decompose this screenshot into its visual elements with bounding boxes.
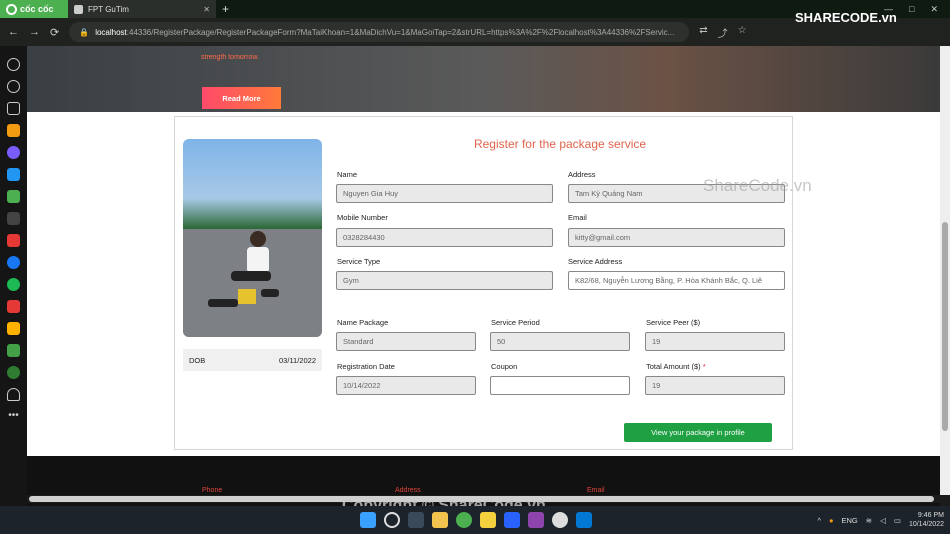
language-indicator[interactable]: ENG bbox=[842, 516, 858, 525]
total-label: Total Amount ($) * bbox=[646, 362, 706, 371]
package-label: Name Package bbox=[337, 318, 389, 327]
maximize-icon[interactable]: □ bbox=[909, 4, 914, 15]
sharecode-logo-watermark: SHARECODE.vn bbox=[795, 10, 897, 25]
browser-brand[interactable]: cốc cốc bbox=[0, 0, 68, 18]
service-address-field[interactable]: K82/68, Nguyễn Lương Bằng, P. Hòa Khánh … bbox=[568, 271, 785, 290]
browser-tools: ⇄ ⤴ ☆ bbox=[699, 25, 746, 40]
required-asterisk: * bbox=[702, 362, 706, 371]
total-field[interactable]: 19 bbox=[645, 376, 785, 395]
chevron-up-icon[interactable]: ^ bbox=[817, 516, 821, 525]
hero-banner: strength tomorrow. Read More bbox=[27, 46, 940, 112]
bookmark-star-icon[interactable]: ☆ bbox=[738, 25, 747, 40]
notes-taskbar-icon[interactable] bbox=[480, 512, 496, 528]
search-icon[interactable] bbox=[384, 512, 400, 528]
back-icon[interactable]: ← bbox=[8, 26, 19, 38]
service-type-label: Service Type bbox=[337, 257, 381, 266]
package-field[interactable]: Standard bbox=[336, 332, 476, 351]
email-label: Email bbox=[568, 213, 587, 222]
game-icon[interactable] bbox=[7, 190, 20, 203]
view-package-button[interactable]: View your package in profile bbox=[624, 423, 772, 442]
notification-bell-icon[interactable] bbox=[7, 388, 20, 401]
coccoc-taskbar-icon[interactable] bbox=[456, 512, 472, 528]
gift-icon[interactable] bbox=[7, 344, 20, 357]
lock-icon: 🔒 bbox=[79, 27, 90, 37]
history-icon[interactable] bbox=[7, 80, 20, 93]
add-app-icon[interactable] bbox=[7, 212, 20, 225]
settings-icon[interactable] bbox=[7, 58, 20, 71]
peer-field[interactable]: 19 bbox=[645, 332, 785, 351]
volume-icon[interactable]: ◁ bbox=[880, 516, 886, 525]
address-label: Address bbox=[568, 170, 596, 179]
forward-icon[interactable]: → bbox=[29, 26, 40, 38]
messenger-icon[interactable] bbox=[7, 146, 20, 159]
name-field[interactable]: Nguyen Gia Huy bbox=[336, 184, 553, 203]
browser-sidebar: ••• bbox=[0, 46, 27, 506]
translate-icon[interactable]: ⇄ bbox=[699, 25, 707, 40]
battery-icon[interactable]: ▭ bbox=[894, 516, 901, 525]
edge-icon[interactable] bbox=[576, 512, 592, 528]
windows-taskbar: ^ ● ENG ≋ ◁ ▭ 9:46 PM 10/14/2022 bbox=[0, 506, 950, 534]
system-tray: ^ ● ENG ≋ ◁ ▭ 9:46 PM 10/14/2022 bbox=[817, 511, 950, 529]
more-icon[interactable]: ••• bbox=[7, 410, 20, 423]
service-type-field[interactable]: Gym bbox=[336, 271, 553, 290]
file-explorer-icon[interactable] bbox=[432, 512, 448, 528]
coupon-label: Coupon bbox=[491, 362, 518, 371]
name-label: Name bbox=[337, 170, 358, 179]
tab-fpt-gutim[interactable]: FPT GuTim ✕ bbox=[68, 0, 216, 18]
footer-email: Email bbox=[587, 487, 605, 494]
close-window-icon[interactable]: ✕ bbox=[930, 4, 938, 15]
register-form-card: DOB 03/11/2022 Register for the package s… bbox=[174, 116, 793, 450]
mobile-label: Mobile Number bbox=[337, 213, 388, 222]
tray-app-icon[interactable]: ● bbox=[829, 516, 834, 525]
mobile-field[interactable]: 0328284430 bbox=[336, 228, 553, 247]
vertical-scrollbar[interactable] bbox=[940, 46, 950, 495]
task-view-icon[interactable] bbox=[408, 512, 424, 528]
form-title: Register for the package service bbox=[473, 137, 647, 151]
spotify-icon[interactable] bbox=[7, 278, 20, 291]
coupon-field[interactable] bbox=[490, 376, 630, 395]
url-input[interactable]: 🔒 localhost:44336/RegisterPackage/Registe… bbox=[69, 22, 690, 42]
dob-row: DOB 03/11/2022 bbox=[183, 349, 322, 371]
read-more-button[interactable]: Read More bbox=[202, 87, 281, 109]
regdate-label: Registration Date bbox=[337, 362, 395, 371]
shopping-icon[interactable] bbox=[7, 300, 20, 313]
hero-text: strength tomorrow. bbox=[201, 54, 259, 61]
start-icon[interactable] bbox=[360, 512, 376, 528]
sharecode-mid-watermark: ShareCode.vn bbox=[703, 176, 812, 195]
wifi-icon[interactable]: ≋ bbox=[866, 516, 872, 525]
key-icon[interactable] bbox=[7, 366, 20, 379]
new-tab-button[interactable]: + bbox=[216, 2, 235, 16]
period-label: Service Period bbox=[491, 318, 540, 327]
clock[interactable]: 9:46 PM 10/14/2022 bbox=[909, 511, 944, 529]
close-tab-icon[interactable]: ✕ bbox=[203, 5, 210, 14]
footer-address: Address bbox=[395, 487, 421, 494]
email-field[interactable]: kitty@gmail.com bbox=[568, 228, 785, 247]
web-page: strength tomorrow. Read More DOB 03/11/20… bbox=[27, 46, 940, 506]
crown-icon[interactable] bbox=[7, 124, 20, 137]
vscode-icon[interactable] bbox=[504, 512, 520, 528]
facebook-icon[interactable] bbox=[7, 256, 20, 269]
zalo-icon[interactable] bbox=[7, 168, 20, 181]
footer-phone: Phone bbox=[202, 487, 223, 494]
reload-icon[interactable]: ⟳ bbox=[50, 26, 59, 39]
tab-favicon-icon bbox=[74, 4, 83, 14]
coccoc-logo-icon bbox=[6, 3, 17, 15]
coin-icon[interactable] bbox=[7, 322, 20, 335]
profile-photo bbox=[183, 139, 322, 337]
peer-label: Service Peer ($) bbox=[646, 318, 701, 327]
visual-studio-icon[interactable] bbox=[528, 512, 544, 528]
chrome-icon[interactable] bbox=[552, 512, 568, 528]
vertical-scroll-thumb[interactable] bbox=[942, 222, 948, 431]
youtube-icon[interactable] bbox=[7, 234, 20, 247]
regdate-field[interactable]: 10/14/2022 bbox=[336, 376, 476, 395]
service-address-label: Service Address bbox=[568, 257, 623, 266]
period-field[interactable]: 50 bbox=[490, 332, 630, 351]
notes-icon[interactable] bbox=[7, 102, 20, 115]
share-icon[interactable]: ⤴ bbox=[718, 25, 728, 40]
